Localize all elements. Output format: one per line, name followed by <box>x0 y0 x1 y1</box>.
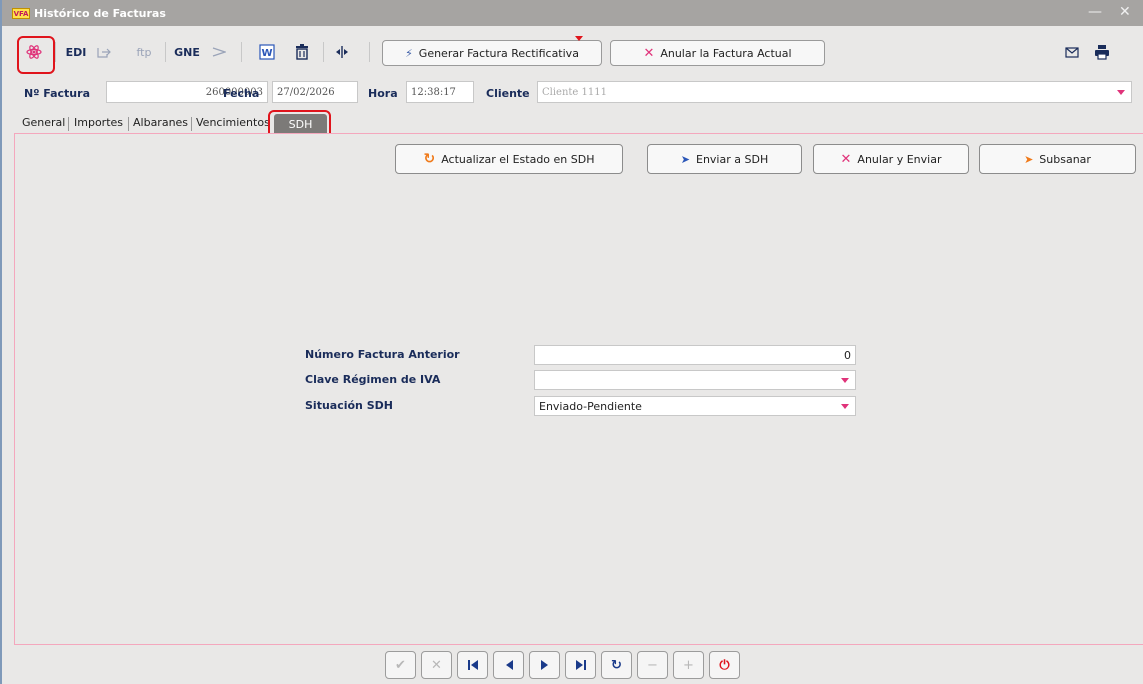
export-button[interactable] <box>94 36 114 68</box>
send-arrow-icon <box>212 47 226 57</box>
cliente-select[interactable]: Cliente 1111 <box>537 81 1132 103</box>
mail-icon <box>1065 46 1079 58</box>
window: VFA Histórico de Facturas — ✕ EDI ftp GN… <box>0 0 1143 684</box>
first-record-icon <box>467 660 478 670</box>
x-icon: ✕ <box>840 151 852 167</box>
anular-enviar-button[interactable]: ✕ Anular y Enviar <box>813 144 969 174</box>
word-button[interactable]: W <box>257 36 277 68</box>
refresh-icon: ↻ <box>423 151 436 167</box>
toolbar-separator <box>165 42 166 62</box>
confirm-button[interactable]: ✔ <box>385 651 416 679</box>
window-title: Histórico de Facturas <box>34 6 166 20</box>
dropdown-marker-icon <box>575 36 583 41</box>
anular-enviar-label: Anular y Enviar <box>857 152 942 166</box>
previous-record-icon <box>505 660 513 670</box>
toolbar-separator <box>241 42 242 62</box>
send-button[interactable] <box>209 36 229 68</box>
previous-record-button[interactable] <box>493 651 524 679</box>
tab-divider <box>68 117 69 131</box>
gne-button[interactable]: GNE <box>173 36 201 68</box>
tab-divider <box>191 117 192 131</box>
tab-bar: General Importes Albaranes Vencimientos … <box>2 114 1143 134</box>
invoice-header-fields: Nº Factura 260000003 Fecha 27/02/2026 Ho… <box>2 78 1143 106</box>
actualizar-estado-label: Actualizar el Estado en SDH <box>441 152 595 166</box>
next-record-icon <box>540 660 548 670</box>
generar-rectificativa-label: Generar Factura Rectificativa <box>418 46 579 60</box>
sdh-panel: ↻ Actualizar el Estado en SDH ➤ Enviar a… <box>14 133 1143 645</box>
clave-regimen-iva-label: Clave Régimen de IVA <box>305 373 441 386</box>
print-icon <box>1095 44 1109 60</box>
word-icon: W <box>259 44 275 60</box>
enviar-sdh-label: Enviar a SDH <box>696 152 769 166</box>
toolbar: EDI ftp GNE W ⚡ Generar Factura Rectific… <box>2 36 1143 74</box>
mail-button[interactable] <box>1060 36 1084 68</box>
situacion-sdh-select[interactable]: Enviado-Pendiente <box>534 396 856 416</box>
enviar-sdh-button[interactable]: ➤ Enviar a SDH <box>647 144 802 174</box>
numero-factura-anterior-field[interactable]: 0 <box>534 345 856 365</box>
exit-button[interactable]: ⏻ <box>709 651 740 679</box>
close-button[interactable]: ✕ <box>1119 4 1131 20</box>
subsanar-button[interactable]: ➤ Subsanar <box>979 144 1136 174</box>
tab-importes[interactable]: Importes <box>74 116 123 129</box>
anular-factura-button[interactable]: ✕ Anular la Factura Actual <box>610 40 825 66</box>
split-button[interactable] <box>332 36 352 68</box>
situacion-sdh-label: Situación SDH <box>305 399 393 412</box>
refresh-button[interactable]: ↻ <box>601 651 632 679</box>
toolbar-separator <box>323 42 324 62</box>
split-icon <box>336 46 348 58</box>
title-bar: VFA Histórico de Facturas — ✕ <box>2 0 1143 26</box>
tab-general[interactable]: General <box>22 116 65 129</box>
trash-icon <box>296 44 308 60</box>
svg-text:W: W <box>261 48 272 59</box>
clave-regimen-iva-select[interactable] <box>534 370 856 390</box>
app-logo: VFA <box>12 7 30 19</box>
minimize-button[interactable]: — <box>1088 4 1102 20</box>
refresh-icon: ↻ <box>611 657 622 673</box>
lightning-icon: ⚡ <box>405 46 413 60</box>
send-arrow-icon: ➤ <box>680 152 690 166</box>
chevron-down-icon <box>841 378 849 383</box>
last-record-icon <box>575 660 586 670</box>
check-icon: ✔ <box>395 657 406 673</box>
delete-button[interactable] <box>292 36 312 68</box>
tab-vencimientos[interactable]: Vencimientos <box>196 116 270 129</box>
nfactura-label: Nº Factura <box>24 87 90 100</box>
record-navigation-bar: ✔ ✕ ↻ − + ⏻ <box>385 651 745 679</box>
chevron-down-icon <box>1117 90 1125 95</box>
situacion-sdh-value: Enviado-Pendiente <box>539 399 642 413</box>
tab-divider <box>128 117 129 131</box>
print-button[interactable] <box>1090 36 1114 68</box>
anular-factura-label: Anular la Factura Actual <box>660 46 792 60</box>
numero-factura-anterior-label: Número Factura Anterior <box>305 348 460 361</box>
ftp-button[interactable]: ftp <box>132 36 156 68</box>
x-icon: ✕ <box>643 45 655 61</box>
first-record-button[interactable] <box>457 651 488 679</box>
subsanar-label: Subsanar <box>1039 152 1091 166</box>
tab-albaranes[interactable]: Albaranes <box>133 116 188 129</box>
cliente-value: Cliente 1111 <box>542 86 607 98</box>
cliente-label: Cliente <box>486 87 530 100</box>
toolbar-separator <box>55 42 56 62</box>
add-record-button[interactable]: + <box>673 651 704 679</box>
close-icon: ✕ <box>431 657 442 673</box>
edi-button[interactable]: EDI <box>64 36 88 68</box>
next-record-button[interactable] <box>529 651 560 679</box>
fecha-field[interactable]: 27/02/2026 <box>272 81 358 103</box>
send-arrow-icon: ➤ <box>1024 152 1034 166</box>
fecha-label: Fecha <box>223 87 260 100</box>
hora-field[interactable]: 12:38:17 <box>406 81 474 103</box>
last-record-button[interactable] <box>565 651 596 679</box>
chevron-down-icon <box>841 404 849 409</box>
minus-icon: − <box>647 657 658 673</box>
plus-icon: + <box>683 657 694 673</box>
actualizar-estado-button[interactable]: ↻ Actualizar el Estado en SDH <box>395 144 623 174</box>
hora-label: Hora <box>368 87 398 100</box>
power-icon: ⏻ <box>719 657 730 673</box>
generar-rectificativa-button[interactable]: ⚡ Generar Factura Rectificativa <box>382 40 602 66</box>
export-icon <box>97 48 111 58</box>
atom-button-highlight <box>17 36 55 74</box>
remove-record-button[interactable]: − <box>637 651 668 679</box>
cancel-button[interactable]: ✕ <box>421 651 452 679</box>
toolbar-separator <box>369 42 370 62</box>
